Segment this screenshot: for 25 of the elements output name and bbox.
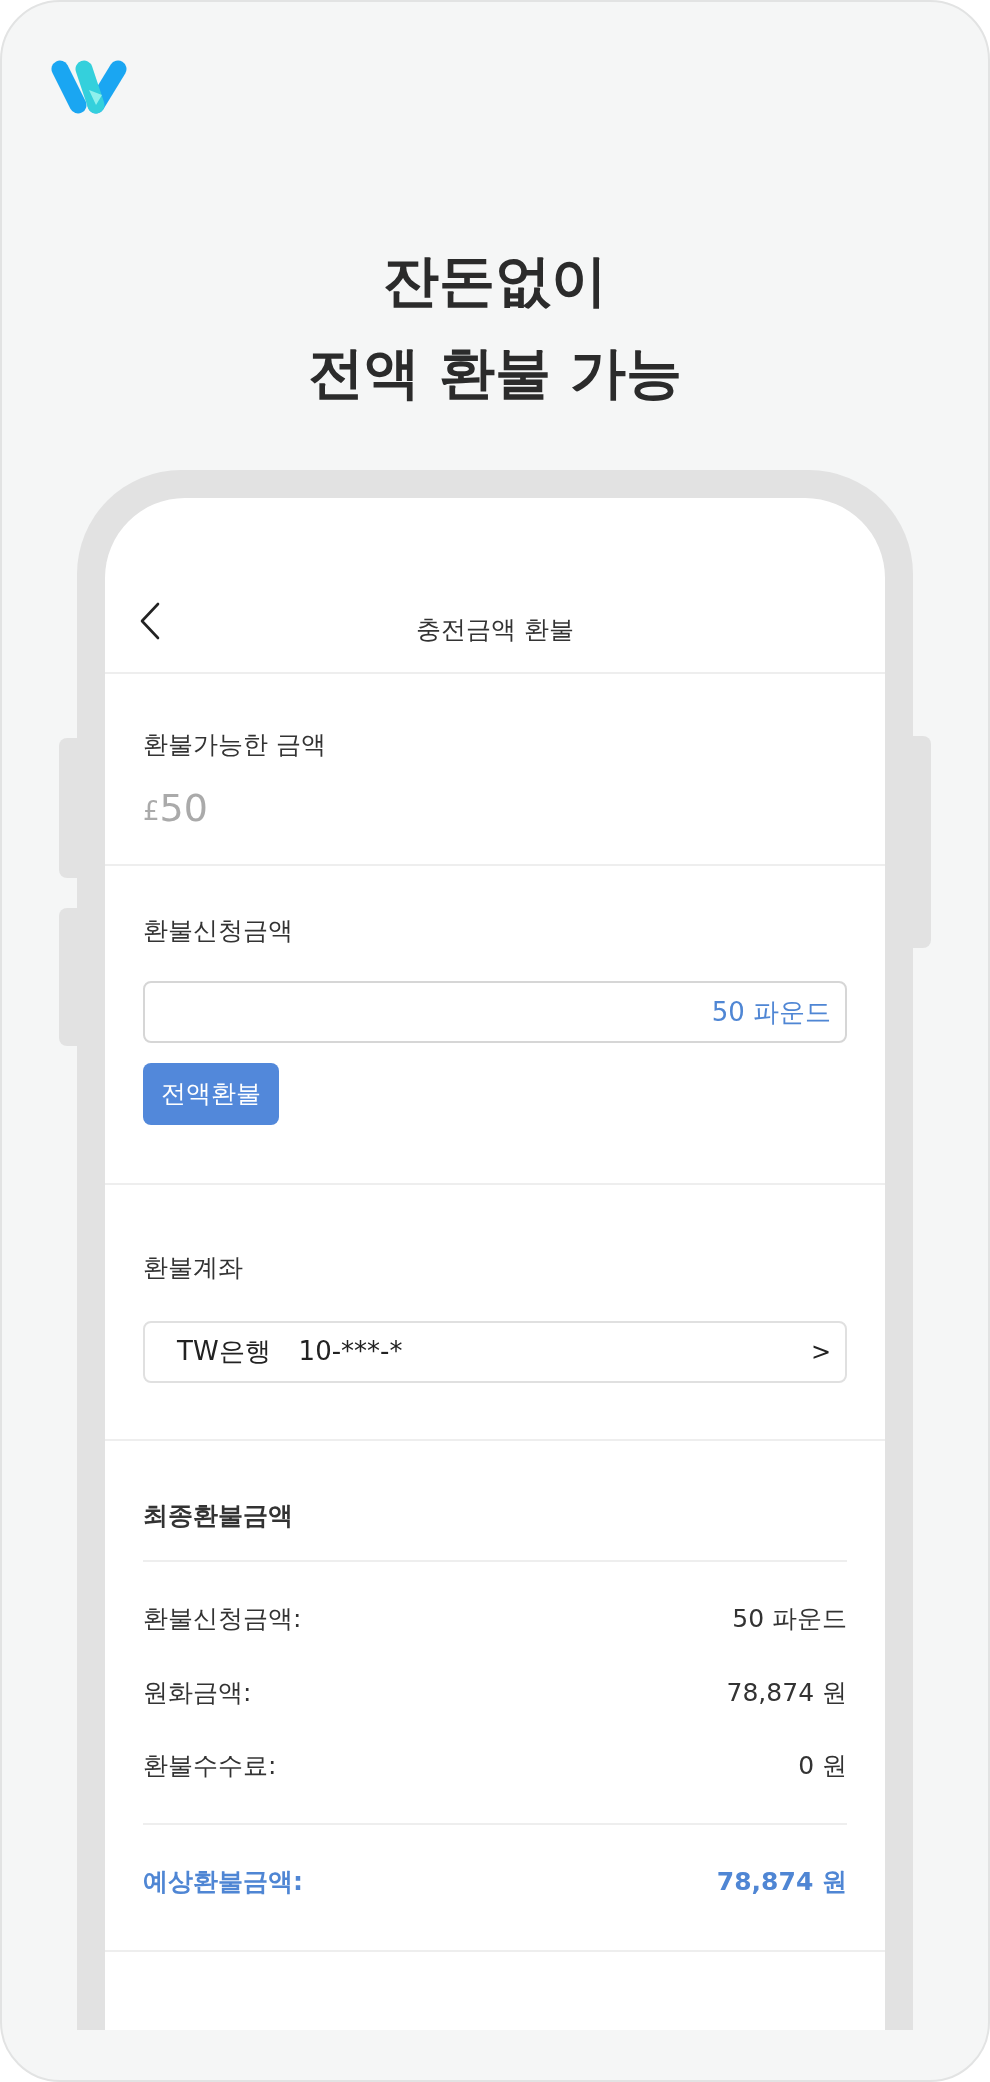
total-label: 예상환불금액: xyxy=(143,1865,303,1898)
summary-value: 78,874 원 xyxy=(726,1676,847,1709)
section-label: 환불신청금액 xyxy=(143,914,294,947)
amount-field[interactable]: 50 파운드 xyxy=(143,981,847,1043)
summary-value: 0 원 xyxy=(798,1750,847,1782)
logo-icon xyxy=(50,60,128,116)
headline: 잔돈없이 xyxy=(383,247,607,315)
section-label: 환불가능한 금액 xyxy=(143,729,327,761)
section-label: 환불계좌 xyxy=(143,1252,244,1284)
bank-name: TW은행 xyxy=(177,1335,271,1368)
total-value: 78,874 원 xyxy=(716,1865,847,1898)
chevron: > xyxy=(810,1336,831,1368)
available-amount: 50 xyxy=(159,785,208,830)
headline: 전액 환불 가능 xyxy=(307,339,683,407)
summary-label: 환불수수료: xyxy=(143,1750,277,1782)
full-refund-button[interactable]: 전액환불 xyxy=(143,1063,279,1125)
account-selector[interactable]: TW은행 10-***-* > xyxy=(143,1320,847,1383)
summary-title: 최종환불금액 xyxy=(143,1499,294,1532)
summary-value: 50 파운드 xyxy=(732,1603,847,1635)
screen-title: 충전금액 환불 xyxy=(416,613,574,646)
account-number: 10-***-* xyxy=(298,1335,403,1368)
currency-symbol: £ xyxy=(143,794,160,828)
summary-label: 환불신청금액: xyxy=(143,1603,302,1635)
summary-label: 원화금액: xyxy=(143,1676,252,1709)
back-icon[interactable] xyxy=(139,602,161,640)
